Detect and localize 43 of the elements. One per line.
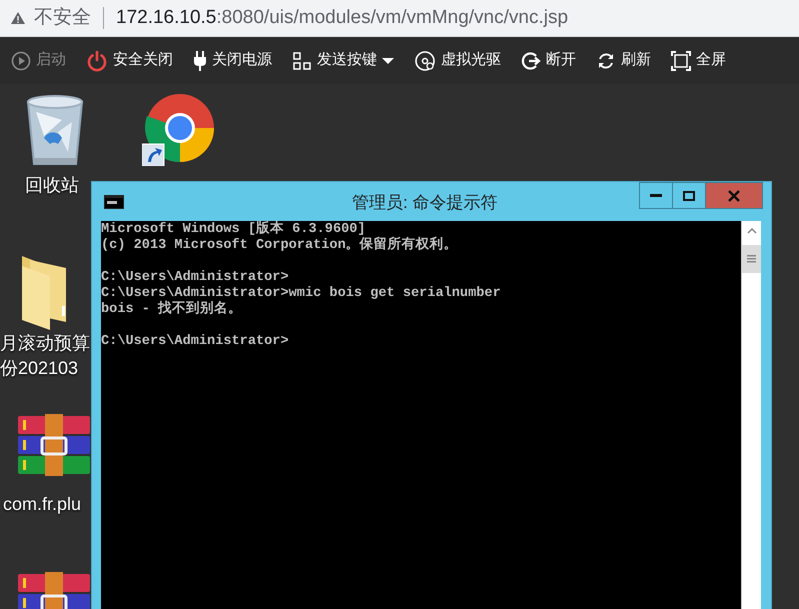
console-line: C:\Users\Administrator> <box>101 334 290 350</box>
minimize-icon <box>650 194 662 198</box>
fullscreen-icon[interactable] <box>671 50 691 70</box>
toolbar-button[interactable]: 虚拟光驱 <box>411 49 504 72</box>
scroll-up-icon <box>747 228 757 234</box>
toolbar-button[interactable]: 发送按键 <box>289 49 397 72</box>
close-icon <box>728 190 740 202</box>
scrollbar[interactable] <box>741 221 761 609</box>
console-line: bois - 找不到别名。 <box>101 302 244 318</box>
icon-label[interactable]: 回收站 <box>25 173 79 198</box>
icon-label[interactable]: com.fr.plu <box>3 492 82 517</box>
scroll-thumb[interactable] <box>742 245 761 273</box>
divider <box>103 7 104 29</box>
console-line: C:\Users\Administrator> <box>101 270 290 286</box>
window-title: 管理员: 命令提示符 <box>352 192 498 214</box>
grid-icon[interactable] <box>292 50 312 70</box>
console-line: Microsoft Windows [版本 6.3.9600] <box>101 222 367 237</box>
maximize-button[interactable] <box>672 182 706 209</box>
console-icon <box>104 195 124 209</box>
maximize-icon <box>683 190 695 200</box>
exit-arrow-icon[interactable] <box>521 50 541 70</box>
toolbar-button[interactable]: 断开 <box>518 49 579 72</box>
icon-label[interactable]: 份202103 <box>0 356 78 381</box>
console-line: C:\Users\Administrator>wmic bois get serialnumber <box>101 286 502 301</box>
disc-icon[interactable] <box>414 50 436 72</box>
toolbar-button[interactable]: 全屏 <box>668 49 729 72</box>
icon-label[interactable]: 月滚动预算 <box>0 331 90 356</box>
refresh-icon[interactable] <box>596 50 616 70</box>
url-text[interactable]: 172.16.10.5:8080/uis/modules/vm/vmMng/vnc/vnc.jsp <box>116 4 568 32</box>
security-label[interactable]: 不安全 <box>34 4 91 32</box>
caret-icon <box>382 56 394 64</box>
plug-icon[interactable] <box>193 50 207 72</box>
minimize-button[interactable] <box>639 182 673 209</box>
address-bar[interactable]: 不安全 172.16.10.5:8080/uis/modules/vm/vmMng/vnc/vnc.jsp <box>0 0 799 37</box>
console-line: (c) 2013 Microsoft Corporation。保留所有权利。 <box>101 238 459 254</box>
toolbar-button[interactable]: 关闭电源 <box>190 49 275 72</box>
close-button[interactable] <box>705 182 763 209</box>
toolbar-button[interactable]: 刷新 <box>593 49 654 72</box>
warning-icon <box>10 11 26 25</box>
power-icon[interactable] <box>86 50 108 72</box>
toolbar-button[interactable]: 安全关闭 <box>83 49 176 72</box>
archive-icon[interactable] <box>18 414 90 476</box>
chrome-shortcut-icon[interactable] <box>142 94 214 166</box>
